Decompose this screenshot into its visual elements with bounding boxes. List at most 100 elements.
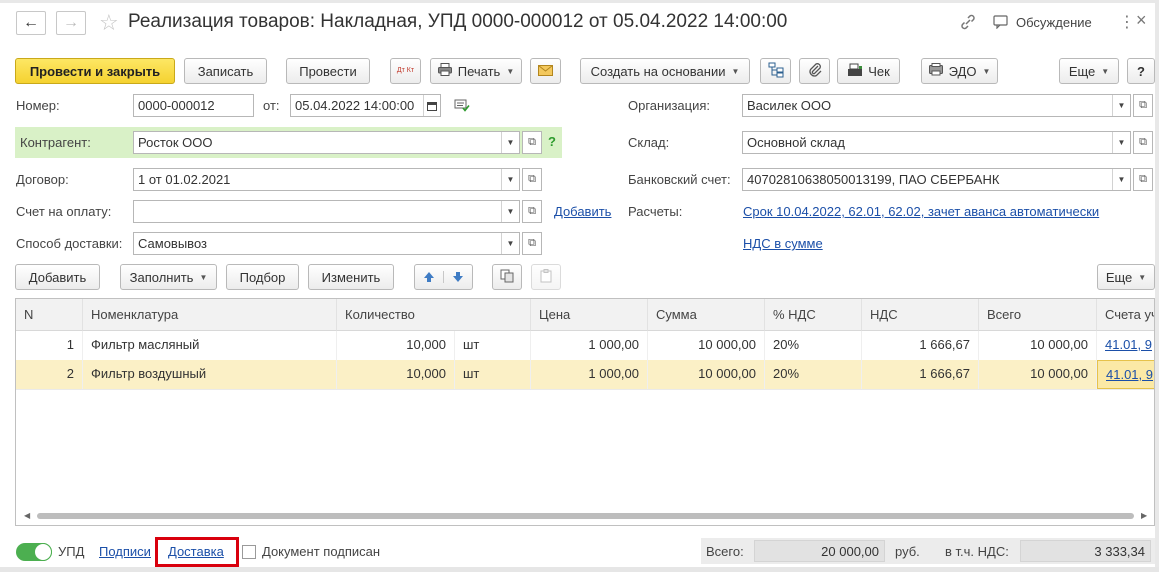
cell-total: 10 000,00	[979, 331, 1097, 360]
chevron-down-icon[interactable]: ▼	[501, 132, 519, 153]
bank-account-select[interactable]: 40702810638050013199, ПАО СБЕРБАНК ▼	[742, 168, 1131, 191]
more-vertical-icon[interactable]: ⋮	[1119, 12, 1135, 32]
upd-toggle[interactable]	[16, 543, 52, 561]
back-button[interactable]: ←	[16, 11, 46, 35]
scrollbar-thumb[interactable]	[37, 513, 1134, 519]
document-status-icon[interactable]	[454, 98, 470, 115]
contract-select[interactable]: 1 от 01.02.2021 ▼	[133, 168, 520, 191]
column-header-total[interactable]: Всего	[979, 299, 1097, 331]
attachments-button[interactable]	[799, 58, 830, 84]
vat-included-link[interactable]: НДС в сумме	[743, 236, 823, 251]
copy-icon	[500, 269, 514, 286]
more-button[interactable]: Еще ▼	[1059, 58, 1119, 84]
print-button[interactable]: Печать ▼	[430, 58, 522, 84]
table-fill-button[interactable]: Заполнить ▼	[120, 264, 217, 290]
scroll-left-icon[interactable]: ◀	[24, 511, 30, 520]
document-signed-checkbox[interactable]	[242, 545, 256, 559]
column-header-nomenclature[interactable]: Номенклатура	[83, 299, 337, 331]
calendar-icon[interactable]	[423, 95, 440, 116]
open-window-icon: ⧉	[528, 237, 536, 249]
invoice-open-button[interactable]: ⧉	[522, 200, 542, 223]
table-change-button[interactable]: Изменить	[308, 264, 394, 290]
chevron-down-icon[interactable]: ▼	[501, 169, 519, 190]
forward-button[interactable]: →	[56, 11, 86, 35]
bank-account-open-button[interactable]: ⧉	[1133, 168, 1153, 191]
organization-select[interactable]: Василек ООО ▼	[742, 94, 1131, 117]
more-label: Еще	[1068, 63, 1096, 79]
column-header-sum[interactable]: Сумма	[648, 299, 765, 331]
number-input[interactable]: 0000-000012	[133, 94, 254, 117]
settlements-link[interactable]: Срок 10.04.2022, 62.01, 62.02, зачет ава…	[743, 204, 1099, 219]
invoice-select[interactable]: ▼	[133, 200, 520, 223]
chevron-down-icon[interactable]: ▼	[1112, 169, 1130, 190]
save-button[interactable]: Записать	[184, 58, 267, 84]
row-divider	[16, 389, 1154, 390]
chevron-down-icon[interactable]: ▼	[501, 233, 519, 254]
edo-button[interactable]: ЭДО ▼	[921, 58, 998, 84]
warehouse-open-button[interactable]: ⧉	[1133, 131, 1153, 154]
date-input[interactable]: 05.04.2022 14:00:00	[290, 94, 441, 117]
post-and-close-button[interactable]: Провести и закрыть	[15, 58, 175, 84]
paste-row-button[interactable]	[531, 264, 561, 290]
open-window-icon: ⧉	[528, 205, 536, 217]
cell-sum: 10 000,00	[648, 360, 765, 389]
warehouse-select[interactable]: Основной склад ▼	[742, 131, 1131, 154]
delivery-link[interactable]: Доставка	[168, 544, 224, 559]
cell-price: 1 000,00	[531, 360, 648, 389]
chevron-down-icon[interactable]: ▼	[501, 201, 519, 222]
create-based-label: Создать на основании	[590, 63, 726, 79]
delivery-method-select[interactable]: Самовывоз ▼	[133, 232, 520, 255]
counterparty-open-button[interactable]: ⧉	[522, 131, 542, 154]
cell-accounts-link[interactable]: 41.01, 9	[1097, 360, 1154, 389]
printer-icon	[437, 63, 452, 79]
structure-button[interactable]	[760, 58, 791, 84]
arrow-up-icon[interactable]	[416, 271, 444, 283]
receipt-button[interactable]: Чек	[837, 58, 900, 84]
help-button[interactable]: ?	[1127, 58, 1155, 84]
favorite-star-icon[interactable]: ☆	[99, 10, 119, 36]
column-header-price[interactable]: Цена	[531, 299, 648, 331]
column-header-vat[interactable]: НДС	[862, 299, 979, 331]
cell-accounts-link[interactable]: 41.01, 9	[1097, 331, 1154, 360]
column-header-n[interactable]: N	[16, 299, 83, 331]
organization-value: Василек ООО	[747, 98, 832, 113]
cash-register-icon	[847, 63, 863, 80]
warehouse-value: Основной склад	[747, 135, 845, 150]
contract-open-button[interactable]: ⧉	[522, 168, 542, 191]
table-add-button[interactable]: Добавить	[15, 264, 100, 290]
horizontal-scrollbar[interactable]: ◀ ▶	[16, 508, 1154, 524]
contract-label: Договор:	[16, 172, 69, 187]
table-more-label: Еще	[1105, 269, 1133, 285]
date-value: 05.04.2022 14:00:00	[295, 98, 415, 113]
table-selection-button[interactable]: Подбор	[226, 264, 299, 290]
chevron-down-icon[interactable]: ▼	[1112, 132, 1130, 153]
counterparty-help-icon[interactable]: ?	[548, 134, 556, 149]
signatures-link[interactable]: Подписи	[99, 544, 151, 559]
counterparty-select[interactable]: Росток ООО ▼	[133, 131, 520, 154]
delivery-method-open-button[interactable]: ⧉	[522, 232, 542, 255]
bank-account-label: Банковский счет:	[628, 172, 731, 187]
currency-label: руб.	[895, 544, 920, 559]
scroll-right-icon[interactable]: ▶	[1141, 511, 1147, 520]
paperclip-icon	[808, 62, 822, 81]
email-button[interactable]	[530, 58, 561, 84]
invoice-label: Счет на оплату:	[16, 204, 112, 219]
column-header-vat-rate[interactable]: % НДС	[765, 299, 862, 331]
chevron-down-icon[interactable]: ▼	[1112, 95, 1130, 116]
discussion-link[interactable]: Обсуждение	[1016, 15, 1092, 30]
arrow-down-icon[interactable]	[444, 271, 472, 283]
window-right-border	[1155, 0, 1159, 572]
column-header-accounts[interactable]: Счета уч	[1097, 299, 1154, 331]
dt-kt-button[interactable]: Дт Кт	[390, 58, 421, 84]
table-more-button[interactable]: Еще ▼	[1097, 264, 1155, 290]
create-based-on-button[interactable]: Создать на основании ▼	[580, 58, 750, 84]
close-icon[interactable]: ×	[1136, 10, 1147, 31]
post-button[interactable]: Провести	[286, 58, 370, 84]
add-invoice-link[interactable]: Добавить	[554, 204, 611, 219]
copy-row-button[interactable]	[492, 264, 522, 290]
warehouse-label: Склад:	[628, 135, 670, 150]
column-header-quantity[interactable]: Количество	[337, 299, 531, 331]
link-icon[interactable]	[959, 13, 977, 31]
organization-open-button[interactable]: ⧉	[1133, 94, 1153, 117]
open-window-icon: ⧉	[1139, 99, 1147, 111]
